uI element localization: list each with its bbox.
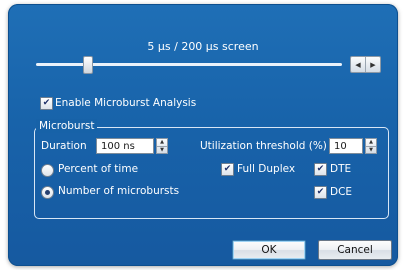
scale-stepper[interactable]: ◀ ▶ <box>350 56 381 73</box>
cancel-button[interactable]: Cancel <box>318 240 392 260</box>
microburst-group-title: Microburst <box>36 119 98 133</box>
spin-down-icon[interactable]: ▼ <box>157 146 167 154</box>
spin-down-icon[interactable]: ▼ <box>366 146 376 154</box>
spin-up-icon[interactable]: ▲ <box>366 139 376 146</box>
duration-label: Duration <box>41 140 87 152</box>
dte-label: DTE <box>330 163 352 175</box>
check-icon: ✔ <box>316 187 325 197</box>
radio-number-of-microbursts[interactable] <box>41 186 54 199</box>
microburst-dialog: 5 µs / 200 µs screen ◀ ▶ ✔ Enable Microb… <box>8 4 398 266</box>
dce-checkbox[interactable]: ✔ <box>314 186 327 199</box>
full-duplex-checkbox[interactable]: ✔ <box>221 163 234 176</box>
check-icon: ✔ <box>42 98 51 108</box>
radio-percent-label: Percent of time <box>58 163 139 175</box>
duration-spinner[interactable]: ▲ ▼ <box>156 138 168 154</box>
check-icon: ✔ <box>316 164 325 174</box>
radio-percent-of-time[interactable] <box>41 164 54 177</box>
scale-label: 5 µs / 200 µs screen <box>147 40 259 53</box>
dte-checkbox[interactable]: ✔ <box>314 163 327 176</box>
ok-button[interactable]: OK <box>232 240 306 260</box>
threshold-spinner[interactable]: ▲ ▼ <box>365 138 377 154</box>
threshold-label: Utilization threshold (%) <box>200 140 327 152</box>
full-duplex-label: Full Duplex <box>237 163 296 175</box>
arrow-right-icon[interactable]: ▶ <box>365 57 380 72</box>
threshold-field[interactable]: 10 <box>329 138 363 154</box>
spin-up-icon[interactable]: ▲ <box>157 139 167 146</box>
dce-label: DCE <box>330 186 353 198</box>
scale-slider-track[interactable] <box>36 63 342 66</box>
duration-field[interactable]: 100 ns <box>96 138 154 154</box>
scale-slider-thumb[interactable] <box>83 56 94 74</box>
arrow-left-icon[interactable]: ◀ <box>351 57 365 72</box>
enable-microburst-checkbox[interactable]: ✔ <box>40 97 53 110</box>
check-icon: ✔ <box>223 164 232 174</box>
radio-number-label: Number of microbursts <box>58 185 180 197</box>
enable-microburst-label: Enable Microburst Analysis <box>55 97 197 109</box>
